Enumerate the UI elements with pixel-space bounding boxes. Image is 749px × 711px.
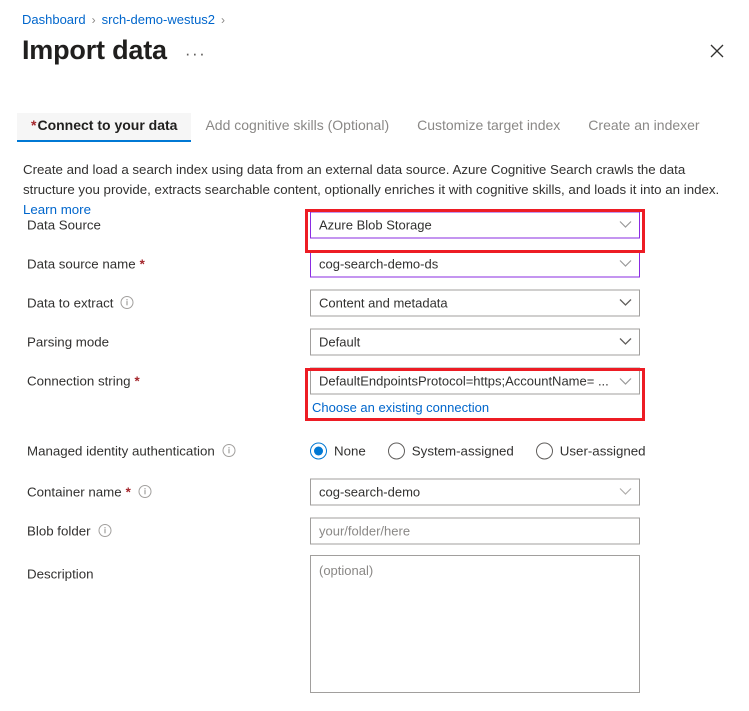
info-icon[interactable] <box>222 444 236 458</box>
control-blob-folder: your/folder/here <box>310 517 640 544</box>
tab-label: Create an indexer <box>588 117 699 133</box>
label-text: Parsing mode <box>27 334 109 349</box>
radio-dot-icon <box>388 442 405 459</box>
label-text: Description <box>27 567 94 582</box>
required-asterisk: * <box>140 256 145 271</box>
required-asterisk: * <box>126 484 131 499</box>
breadcrumb-item-service[interactable]: srch-demo-westus2 <box>102 11 215 29</box>
tab-bar: *Connect to your data Add cognitive skil… <box>17 113 714 142</box>
required-asterisk: * <box>134 374 139 389</box>
managed-identity-radio-group: None System-assigned User-assigned <box>310 442 646 459</box>
label-text: Blob folder <box>27 523 91 538</box>
radio-label: None <box>334 443 366 458</box>
label-data-source-name: Data source name * <box>27 256 145 271</box>
radio-label: System-assigned <box>412 443 514 458</box>
control-data-source: Azure Blob Storage <box>310 211 640 238</box>
label-text: Data to extract <box>27 295 113 310</box>
import-data-blade: Dashboard › srch-demo-westus2 › Import d… <box>0 0 749 711</box>
label-description: Description <box>27 567 94 582</box>
description-placeholder: (optional) <box>319 563 373 578</box>
choose-existing-connection-link[interactable]: Choose an existing connection <box>312 400 489 415</box>
data-to-extract-select[interactable]: Content and metadata <box>310 289 640 316</box>
connection-string-input[interactable]: DefaultEndpointsProtocol=https;AccountNa… <box>310 368 640 395</box>
label-managed-identity: Managed identity authentication <box>27 443 236 458</box>
form-row-description: Description (optional) <box>0 550 749 695</box>
form-row-data-to-extract: Data to extract Content and metadata <box>0 283 749 322</box>
form-row-parsing-mode: Parsing mode Default <box>0 322 749 361</box>
tab-label: Customize target index <box>417 117 560 133</box>
chevron-down-icon <box>619 377 632 386</box>
breadcrumb: Dashboard › srch-demo-westus2 › <box>22 11 225 29</box>
container-name-value: cog-search-demo <box>319 484 420 499</box>
label-text: Managed identity authentication <box>27 443 215 458</box>
form-row-container-name: Container name * cog-search-demo <box>0 472 749 511</box>
info-icon[interactable] <box>120 296 134 310</box>
tab-connect-to-your-data[interactable]: *Connect to your data <box>17 113 191 142</box>
form-row-blob-folder: Blob folder your/folder/here <box>0 511 749 550</box>
tab-add-cognitive-skills[interactable]: Add cognitive skills (Optional) <box>191 113 403 142</box>
connection-string-value: DefaultEndpointsProtocol=https;AccountNa… <box>319 374 609 389</box>
radio-label: User-assigned <box>560 443 646 458</box>
form-row-data-source-name: Data source name * cog-search-demo-ds <box>0 244 749 283</box>
chevron-down-icon <box>619 487 632 496</box>
page-title: Import data <box>22 33 167 67</box>
description-textarea[interactable]: (optional) <box>310 555 640 693</box>
info-icon[interactable] <box>98 524 112 538</box>
info-icon[interactable] <box>138 485 152 499</box>
chevron-down-icon <box>619 259 632 268</box>
data-source-name-value: cog-search-demo-ds <box>319 256 438 271</box>
tab-label: Connect to your data <box>37 117 177 133</box>
control-parsing-mode: Default <box>310 328 640 355</box>
breadcrumb-separator-icon-2: › <box>221 11 225 29</box>
form-row-connection-string: Connection string * DefaultEndpointsProt… <box>0 361 749 417</box>
label-text: Data source name <box>27 256 136 271</box>
chevron-down-icon <box>619 337 632 346</box>
label-connection-string: Connection string * <box>27 374 140 389</box>
tab-create-an-indexer[interactable]: Create an indexer <box>574 113 713 142</box>
data-to-extract-value: Content and metadata <box>319 295 448 310</box>
control-data-source-name: cog-search-demo-ds <box>310 250 640 277</box>
more-options-button[interactable]: ··· <box>181 42 210 66</box>
close-button[interactable] <box>704 38 730 64</box>
radio-dot-icon <box>310 442 327 459</box>
form-row-data-source: Data Source Azure Blob Storage <box>0 205 749 244</box>
data-source-select[interactable]: Azure Blob Storage <box>310 211 640 238</box>
label-blob-folder: Blob folder <box>27 523 112 538</box>
control-connection-string: DefaultEndpointsProtocol=https;AccountNa… <box>310 368 640 395</box>
label-parsing-mode: Parsing mode <box>27 334 109 349</box>
breadcrumb-separator-icon: › <box>92 11 96 29</box>
radio-none[interactable]: None <box>310 442 366 459</box>
radio-system-assigned[interactable]: System-assigned <box>388 442 514 459</box>
control-container-name: cog-search-demo <box>310 478 640 505</box>
data-source-name-input[interactable]: cog-search-demo-ds <box>310 250 640 277</box>
tab-required-asterisk: * <box>31 117 36 133</box>
tab-customize-target-index[interactable]: Customize target index <box>403 113 574 142</box>
blob-folder-input[interactable]: your/folder/here <box>310 517 640 544</box>
control-data-to-extract: Content and metadata <box>310 289 640 316</box>
container-name-input[interactable]: cog-search-demo <box>310 478 640 505</box>
label-data-to-extract: Data to extract <box>27 295 134 310</box>
breadcrumb-item-dashboard[interactable]: Dashboard <box>22 11 86 29</box>
tab-label: Add cognitive skills (Optional) <box>205 117 389 133</box>
label-text: Connection string <box>27 374 130 389</box>
chevron-down-icon <box>619 298 632 307</box>
parsing-mode-select[interactable]: Default <box>310 328 640 355</box>
description-text: Create and load a search index using dat… <box>23 162 719 197</box>
radio-dot-icon <box>536 442 553 459</box>
label-data-source: Data Source <box>27 217 101 232</box>
parsing-mode-value: Default <box>319 334 360 349</box>
form-row-managed-identity: Managed identity authentication None Sys… <box>0 431 749 470</box>
label-text: Container name <box>27 484 122 499</box>
label-container-name: Container name * <box>27 484 152 499</box>
data-source-value: Azure Blob Storage <box>319 217 432 232</box>
label-text: Data Source <box>27 217 101 232</box>
radio-user-assigned[interactable]: User-assigned <box>536 442 646 459</box>
chevron-down-icon <box>619 220 632 229</box>
blob-folder-placeholder: your/folder/here <box>319 523 410 538</box>
close-icon <box>710 44 724 58</box>
title-row: Import data ··· <box>22 33 210 67</box>
